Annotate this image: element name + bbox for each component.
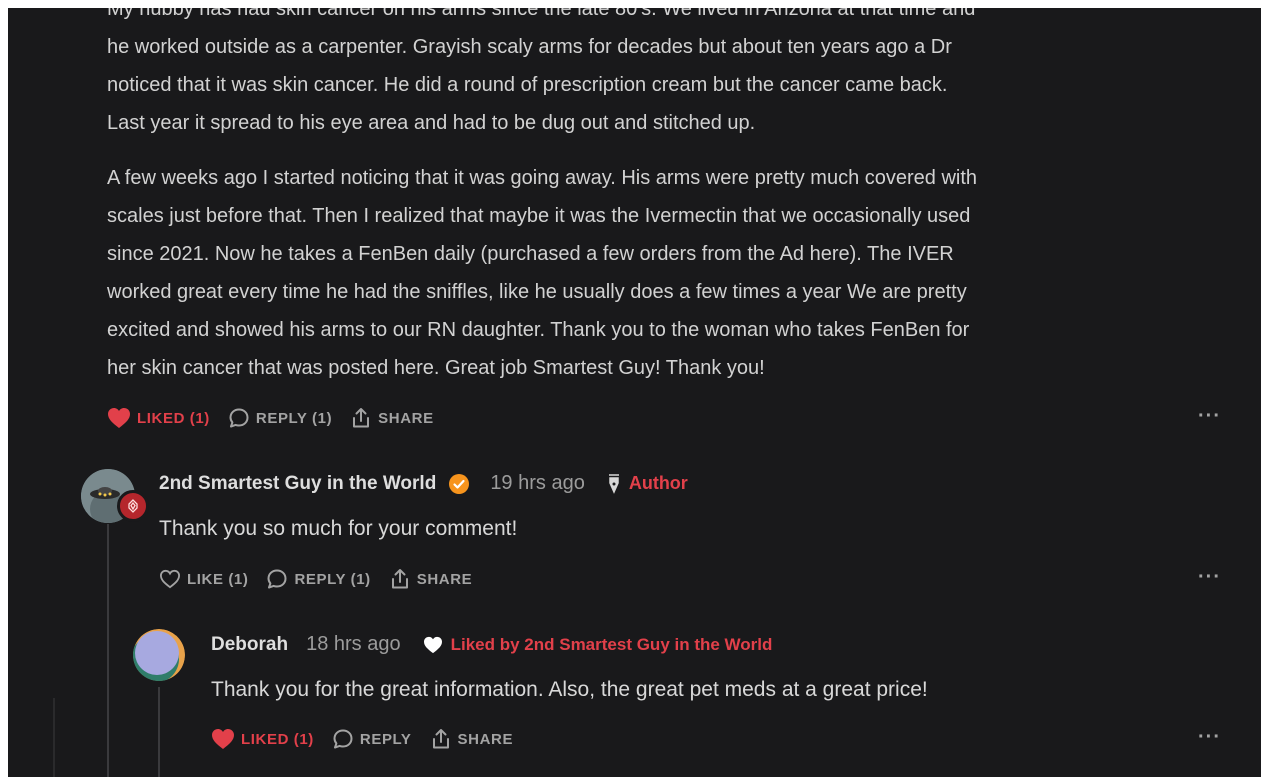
comment-body: Thank you so much for your comment! xyxy=(159,517,518,540)
comments-panel: My hubby has had skin cancer on his arms… xyxy=(8,8,1261,777)
share-icon xyxy=(432,729,449,749)
speech-bubble-icon xyxy=(229,408,249,428)
thread-line xyxy=(107,524,109,777)
comment-meta: Deborah 18 hrs ago Liked by 2nd Smartest… xyxy=(211,633,772,656)
comment-actions: LIKE (1) REPLY (1) SHARE xyxy=(159,568,472,590)
comment-paragraph: A few weeks ago I started noticing that … xyxy=(107,167,978,379)
heart-filled-icon xyxy=(108,408,130,428)
share-button[interactable]: SHARE xyxy=(430,728,514,750)
comment-body: Thank you for the great information. Als… xyxy=(211,678,928,701)
like-label: LIKE (1) xyxy=(187,570,249,588)
liked-by-label: Liked by 2nd Smartest Guy in the World xyxy=(450,634,773,654)
author-badge: Author xyxy=(607,473,688,494)
reply-label: REPLY xyxy=(359,730,412,748)
avatar[interactable] xyxy=(133,629,185,681)
timestamp[interactable]: 19 hrs ago xyxy=(490,472,585,495)
share-label: SHARE xyxy=(457,730,514,748)
thread-line xyxy=(53,698,55,777)
comment-actions: LIKED (1) REPLY SHARE xyxy=(211,728,513,750)
timestamp[interactable]: 18 hrs ago xyxy=(306,633,401,656)
thread-line xyxy=(158,687,160,777)
like-button[interactable]: LIKED (1) xyxy=(107,407,210,429)
reply-button[interactable]: REPLY xyxy=(332,728,412,750)
share-button[interactable]: SHARE xyxy=(389,568,473,590)
author-badge-icon xyxy=(117,490,149,522)
liked-by-author-badge: Liked by 2nd Smartest Guy in the World xyxy=(423,634,773,655)
verified-check-icon xyxy=(449,473,470,494)
user-avatar-icon xyxy=(133,629,185,681)
more-options-button[interactable]: ··· xyxy=(1198,405,1221,428)
comment-meta: 2nd Smartest Guy in the World 19 hrs ago… xyxy=(159,472,688,495)
like-label: LIKED (1) xyxy=(137,409,210,427)
like-button[interactable]: LIKED (1) xyxy=(211,728,314,750)
speech-bubble-icon xyxy=(267,569,287,589)
share-label: SHARE xyxy=(416,570,473,588)
commenter-name[interactable]: Deborah xyxy=(211,634,288,656)
commenter-name[interactable]: 2nd Smartest Guy in the World xyxy=(159,473,436,495)
share-button[interactable]: SHARE xyxy=(350,407,434,429)
comment-paragraph: My hubby has had skin cancer on his arms… xyxy=(107,8,976,134)
reply-label: REPLY (1) xyxy=(294,570,371,588)
more-options-button[interactable]: ··· xyxy=(1198,566,1221,589)
share-icon xyxy=(391,569,408,589)
reply-button[interactable]: REPLY (1) xyxy=(266,568,370,590)
share-icon xyxy=(353,408,370,428)
heart-white-icon xyxy=(423,636,442,653)
comment-actions: LIKED (1) REPLY (1) SHARE xyxy=(107,407,434,429)
like-button[interactable]: LIKE (1) xyxy=(159,569,248,589)
share-label: SHARE xyxy=(378,409,434,427)
more-options-button[interactable]: ··· xyxy=(1198,726,1221,749)
heart-filled-icon xyxy=(212,729,234,749)
reply-button[interactable]: REPLY (1) xyxy=(228,407,332,429)
pen-nib-icon xyxy=(608,473,619,494)
speech-bubble-icon xyxy=(333,729,353,749)
like-label: LIKED (1) xyxy=(241,730,314,748)
author-label: Author xyxy=(628,473,688,493)
heart-outline-icon xyxy=(159,569,181,589)
reply-label: REPLY (1) xyxy=(255,409,333,427)
